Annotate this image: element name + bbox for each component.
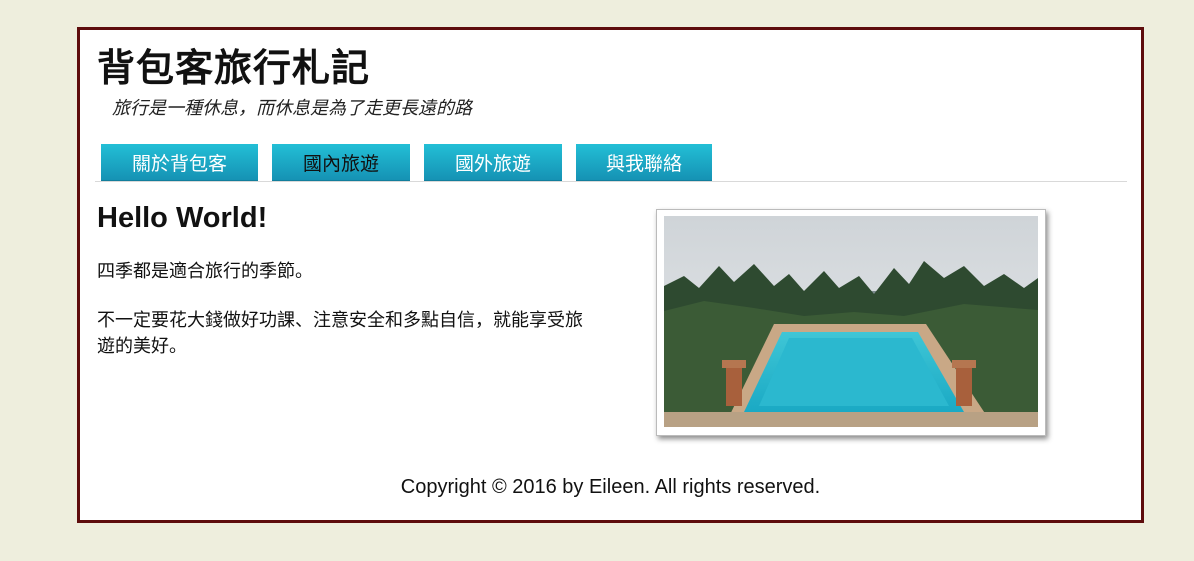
nav-item-overseas-travel[interactable]: 國外旅遊 <box>424 144 562 181</box>
content-paragraph: 不一定要花大錢做好功課、注意安全和多點自信，就能享受旅遊的美好。 <box>97 310 583 357</box>
page-frame: 背包客旅行札記 旅行是一種休息，而休息是為了走更長遠的路 關於背包客 國內旅遊 … <box>77 27 1144 523</box>
nav-item-contact[interactable]: 與我聯絡 <box>576 144 712 181</box>
nav-item-domestic-travel[interactable]: 國內旅遊 <box>272 144 410 181</box>
site-tagline: 旅行是一種休息，而休息是為了走更長遠的路 <box>112 98 472 119</box>
content-heading: Hello World! <box>97 202 268 234</box>
nav-item-about[interactable]: 關於背包客 <box>101 144 258 181</box>
resort-pool-photo <box>656 209 1046 436</box>
header-divider <box>95 181 1127 182</box>
content-paragraph: 四季都是適合旅行的季節。 <box>97 261 313 282</box>
pool-image <box>664 216 1038 427</box>
site-title: 背包客旅行札記 <box>97 46 371 90</box>
main-nav: 關於背包客 國內旅遊 國外旅遊 與我聯絡 <box>101 144 712 181</box>
copyright-text: Copyright © 2016 by Eileen. All rights r… <box>400 476 821 498</box>
